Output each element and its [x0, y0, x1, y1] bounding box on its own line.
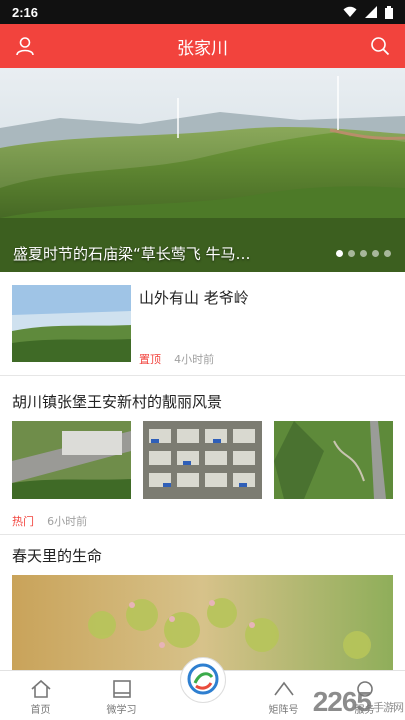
- nav-label: 微学习: [106, 705, 137, 716]
- news-thumbnail: [12, 421, 131, 499]
- news-item[interactable]: 胡川镇张堡王安新村的靓丽风景 热门 6小时前: [0, 376, 405, 534]
- user-icon: [16, 37, 34, 56]
- nav-label: 首页: [30, 705, 51, 716]
- news-thumbnail: [143, 421, 262, 499]
- watermark-brand: 2265: [312, 686, 372, 717]
- nav-home[interactable]: 首页: [0, 671, 81, 720]
- news-meta: 置顶 4小时前: [139, 348, 214, 367]
- news-time: 4小时前: [174, 353, 215, 366]
- carousel-dots: [336, 250, 391, 257]
- app-bar: 张家川: [0, 24, 405, 68]
- watermark-suffix: 手游网: [373, 702, 404, 714]
- nav-study[interactable]: 微学习: [81, 671, 162, 720]
- hot-badge: 热门: [12, 515, 34, 528]
- news-thumbnail: [12, 285, 131, 362]
- home-icon: [30, 679, 51, 698]
- status-icons: [343, 5, 393, 19]
- pinned-badge: 置顶: [139, 353, 161, 366]
- battery-icon: [385, 5, 393, 19]
- carousel-dot[interactable]: [372, 250, 379, 257]
- news-meta: 热门 6小时前: [12, 510, 87, 529]
- logo-icon: [187, 663, 218, 695]
- carousel-dot[interactable]: [360, 250, 367, 257]
- carousel-dot[interactable]: [348, 250, 355, 257]
- wifi-icon: [343, 6, 357, 17]
- nav-label: 矩阵号: [268, 705, 299, 716]
- hero-image: [0, 68, 405, 272]
- news-title: 胡川镇张堡王安新村的靓丽风景: [12, 393, 223, 411]
- news-item[interactable]: 山外有山 老爷岭 置顶 4小时前: [0, 272, 405, 375]
- search-icon: [371, 37, 390, 56]
- book-icon: [112, 680, 131, 698]
- nav-center[interactable]: [162, 657, 243, 720]
- status-time: 2:16: [12, 4, 39, 20]
- center-logo-button[interactable]: [179, 657, 226, 703]
- page-title: 张家川: [177, 38, 228, 59]
- news-title: 春天里的生命: [12, 547, 103, 565]
- profile-button[interactable]: [11, 32, 39, 60]
- hero-banner[interactable]: 盛夏时节的石庙梁“草长莺飞 牛马…: [0, 68, 405, 272]
- news-item[interactable]: 春天里的生命: [0, 535, 405, 670]
- watermark-logo: 2265 手游网: [312, 686, 404, 718]
- news-thumbnail: [274, 421, 393, 499]
- carousel-dot[interactable]: [336, 250, 343, 257]
- signal-icon: [365, 6, 377, 18]
- news-title: 山外有山 老爷岭: [139, 289, 249, 307]
- search-button[interactable]: [366, 32, 394, 60]
- news-thumbnail: [12, 575, 393, 670]
- status-bar: 2:16: [0, 0, 405, 24]
- hero-caption: 盛夏时节的石庙梁“草长莺飞 牛马…: [13, 245, 251, 263]
- carousel-dot[interactable]: [384, 250, 391, 257]
- news-time: 6小时前: [47, 515, 88, 528]
- matrix-icon: [273, 681, 294, 696]
- news-thumbnails: [12, 421, 393, 499]
